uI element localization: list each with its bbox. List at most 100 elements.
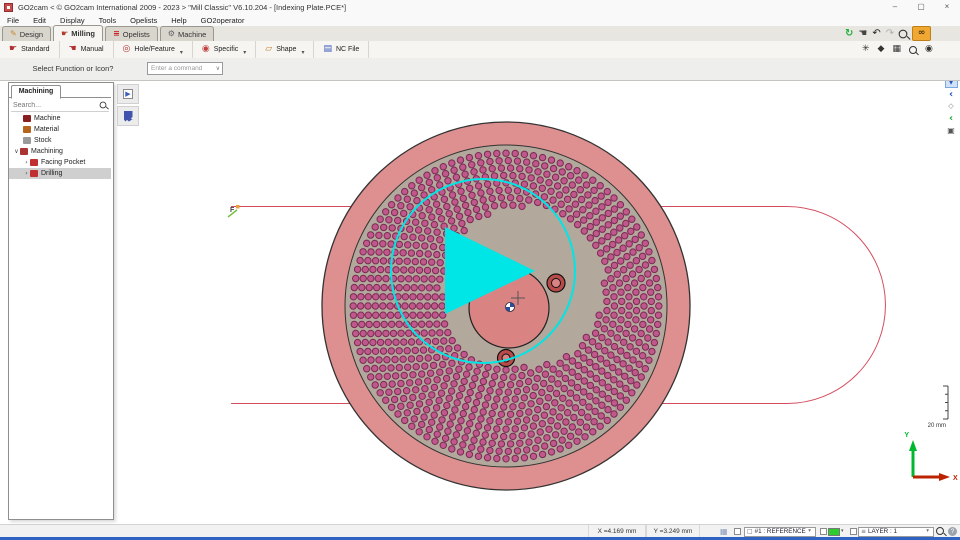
- help-button[interactable]: ?: [948, 527, 957, 536]
- status-bar: X =4.169 mm Y =3.249 mm ▦ □ #1 : REFEREN…: [0, 524, 960, 538]
- minimize-button[interactable]: –: [882, 0, 908, 14]
- sync-icon[interactable]: ↻: [845, 28, 853, 39]
- tree-item-material[interactable]: Material: [9, 124, 111, 135]
- layer-zoom-icon[interactable]: [936, 527, 944, 535]
- search-input[interactable]: [11, 101, 99, 109]
- origin-flag: [236, 205, 240, 209]
- quick-access-row1: ↻ ☚ ↶ ↷ ∞: [845, 26, 932, 41]
- hole-feature-dropdown-icon[interactable]: ▾: [180, 49, 183, 58]
- chevron-left-green-icon: ‹: [948, 112, 954, 124]
- menu-file[interactable]: File: [0, 16, 26, 25]
- layer-checkbox[interactable]: [850, 528, 857, 535]
- tree-item-drilling[interactable]: › Drilling: [9, 168, 111, 179]
- tab-milling-label: Milling: [71, 29, 95, 38]
- manual-button[interactable]: ☚ Manual: [60, 41, 114, 58]
- quick-access-row2: ✳ ◆ ▦ ◉: [862, 41, 933, 58]
- title-bar: GO2cam < © GO2cam International 2009 - 2…: [0, 0, 960, 15]
- window-title: GO2cam < © GO2cam International 2009 - 2…: [18, 2, 347, 12]
- menu-help[interactable]: Help: [164, 16, 193, 25]
- tab-opelists-label: Opelists: [122, 29, 150, 39]
- color-swatch[interactable]: [828, 527, 840, 536]
- tab-machine[interactable]: ⚙ Machine: [159, 26, 215, 41]
- undo-icon[interactable]: ↶: [872, 28, 880, 39]
- y-axis-arrow: [909, 440, 917, 451]
- pan-hand-icon[interactable]: ☚: [858, 28, 867, 39]
- drawing-canvas[interactable]: F 20 mm Y X: [0, 0, 960, 540]
- search-box[interactable]: [11, 99, 109, 112]
- search-icon: [99, 101, 107, 109]
- swatch-dropdown-arrow-icon[interactable]: ▾: [841, 529, 844, 534]
- standard-button[interactable]: ☛ Standard: [0, 41, 60, 58]
- snap-grid-icon[interactable]: ▦: [720, 528, 728, 536]
- verify-icon: [123, 110, 133, 122]
- camera-icon: ▣: [947, 125, 955, 135]
- reference-checkbox[interactable]: [734, 528, 741, 535]
- collapse-left-green-button[interactable]: ‹: [945, 113, 958, 124]
- machine-tab-icon: ⚙: [167, 29, 175, 38]
- chevron-left-blue-icon: ‹: [948, 88, 954, 100]
- layer-dropdown[interactable]: ≡ LAYER : 1 ▾: [858, 526, 934, 537]
- menu-opelists[interactable]: Opelists: [123, 16, 164, 25]
- orbit-icon: ◇: [948, 102, 954, 110]
- menu-display[interactable]: Display: [53, 16, 92, 25]
- visibility-eye-icon[interactable]: ◉: [925, 45, 933, 54]
- wireframe-icon[interactable]: ✳: [862, 45, 870, 54]
- nc-file-icon: ▤: [323, 44, 332, 54]
- milling-toolbar: ☛ Standard ☚ Manual ◎ Hole/Feature ▾ ◉ S…: [0, 41, 960, 59]
- collapse-left-blue-button[interactable]: ‹: [945, 89, 958, 100]
- collapse-icon[interactable]: ∨: [13, 148, 20, 155]
- drilling-icon: [30, 170, 38, 177]
- reference-dropdown[interactable]: □ #1 : REFERENCE ▾: [744, 526, 816, 537]
- tree-item-facing-pocket[interactable]: › Facing Pocket: [9, 157, 111, 168]
- command-combo-arrow-icon[interactable]: ∨: [216, 65, 222, 72]
- hole-feature-button[interactable]: ◎ Hole/Feature ▾: [114, 41, 193, 58]
- tab-opelists[interactable]: ≡ Opelists: [104, 26, 158, 41]
- orbit-button[interactable]: ◇: [945, 101, 958, 112]
- opelists-icon: ≡: [112, 29, 120, 38]
- machine-icon: [23, 115, 31, 122]
- eraser-icon[interactable]: ◆: [878, 45, 885, 54]
- reference-dropdown-arrow-icon[interactable]: ▾: [808, 528, 813, 535]
- menu-tools[interactable]: Tools: [92, 16, 124, 25]
- tree-item-machine[interactable]: Machine: [9, 113, 111, 124]
- stock-icon: [23, 137, 31, 144]
- x-axis-arrow: [939, 473, 950, 481]
- expand-icon[interactable]: ›: [23, 159, 30, 166]
- zoom-icon[interactable]: [898, 29, 908, 38]
- snapshot-button[interactable]: ▣: [945, 125, 958, 136]
- tree-item-machining[interactable]: ∨ Machining: [9, 146, 111, 157]
- maximize-button[interactable]: ▢: [908, 0, 934, 14]
- specific-button[interactable]: ◉ Specific ▾: [193, 41, 257, 58]
- bin-icon[interactable]: ▦: [892, 45, 901, 54]
- machining-panel: Machining Machine Material Stock ∨ Machi…: [8, 82, 114, 520]
- specific-dropdown-icon[interactable]: ▾: [243, 49, 246, 58]
- tree-label: Material: [34, 126, 59, 133]
- go2-glasses-button[interactable]: ∞: [912, 26, 932, 41]
- verify-button[interactable]: [117, 106, 139, 126]
- shape-button[interactable]: ▱ Shape ▾: [256, 41, 315, 58]
- tab-design[interactable]: ✎ Design: [2, 26, 52, 41]
- shape-dropdown-icon[interactable]: ▾: [301, 49, 304, 58]
- tab-milling[interactable]: ☛ Milling: [53, 25, 103, 42]
- menu-go2operator[interactable]: GO2operator: [194, 16, 252, 25]
- scale-label: 20 mm: [928, 423, 946, 429]
- command-combobox[interactable]: Enter a command ∨: [147, 62, 223, 75]
- color-checkbox[interactable]: [820, 528, 827, 535]
- redo-icon[interactable]: ↷: [886, 28, 894, 39]
- simulation-button[interactable]: ▶: [117, 84, 139, 104]
- right-toolbar: ▼ ‹ ◇ ‹ ▣: [944, 77, 958, 136]
- tree-label: Machining: [31, 148, 63, 155]
- command-label: Select Function or Icon?: [32, 64, 114, 73]
- window-controls: – ▢ ×: [882, 0, 960, 14]
- nc-file-button[interactable]: ▤ NC File: [314, 41, 370, 58]
- expand-icon[interactable]: ›: [23, 170, 30, 177]
- tree-item-stock[interactable]: Stock: [9, 135, 111, 146]
- facing-pocket-icon: [30, 159, 38, 166]
- close-button[interactable]: ×: [934, 0, 960, 14]
- machining-icon: [20, 148, 28, 155]
- machining-panel-tab[interactable]: Machining: [11, 85, 61, 99]
- command-bar: Select Function or Icon? Enter a command…: [0, 58, 960, 81]
- layer-dropdown-arrow-icon[interactable]: ▾: [926, 528, 931, 535]
- menu-edit[interactable]: Edit: [26, 16, 53, 25]
- zoom-window-icon[interactable]: [908, 45, 917, 54]
